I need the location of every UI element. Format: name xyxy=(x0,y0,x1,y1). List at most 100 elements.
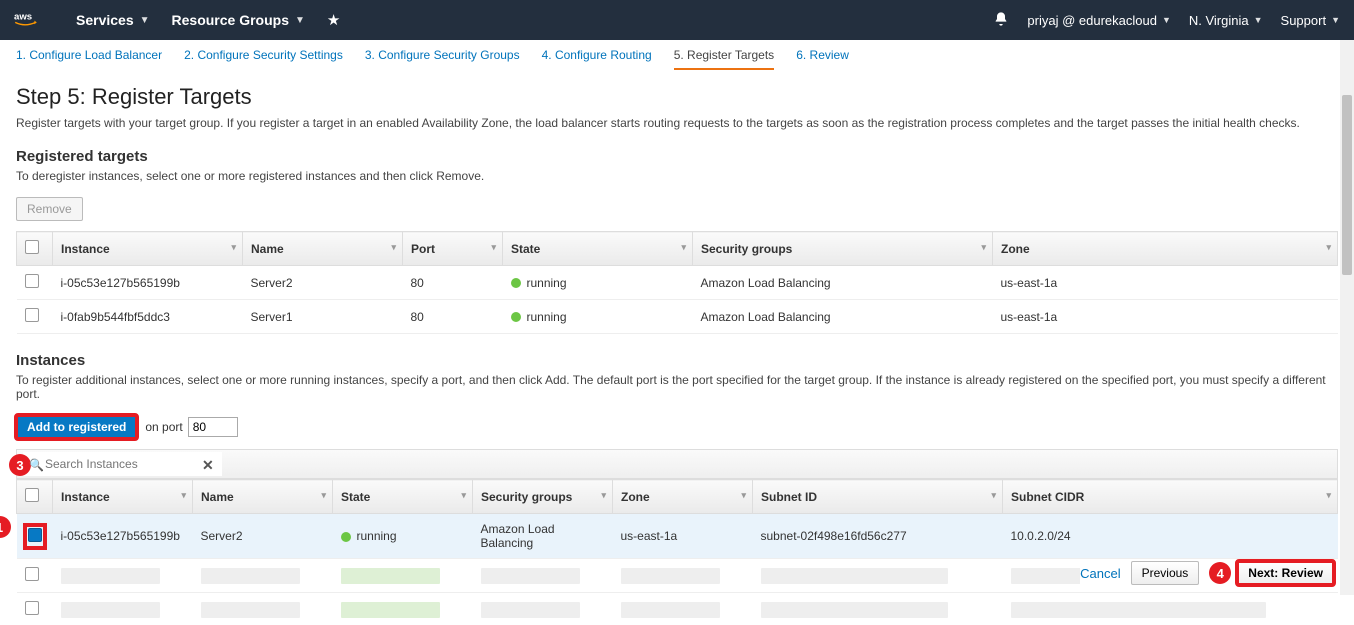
blurred-cell xyxy=(61,568,160,584)
sort-icon[interactable]: ▾ xyxy=(391,242,396,253)
sort-icon[interactable]: ▾ xyxy=(321,490,326,501)
registered-table: Instance▾ Name▾ Port▾ State▾ Security gr… xyxy=(16,231,1338,334)
cell-port: 80 xyxy=(403,300,503,334)
chevron-down-icon: ▼ xyxy=(1254,15,1263,25)
wizard-step-5[interactable]: 5. Register Targets xyxy=(674,48,775,70)
chevron-down-icon: ▼ xyxy=(295,15,305,26)
chevron-down-icon: ▼ xyxy=(140,15,150,26)
col-state: State xyxy=(511,242,540,256)
sort-icon[interactable]: ▾ xyxy=(681,242,686,253)
cell-instance: i-05c53e127b565199b xyxy=(53,266,243,300)
blurred-cell xyxy=(201,568,300,584)
cell-cidr: 10.0.2.0/24 xyxy=(1003,514,1338,559)
wizard-step-2[interactable]: 2. Configure Security Settings xyxy=(184,48,343,70)
annotation-4: 4 xyxy=(1209,562,1231,584)
cell-sg: Amazon Load Balancing xyxy=(693,300,993,334)
wizard-step-4[interactable]: 4. Configure Routing xyxy=(542,48,652,70)
page-desc: Register targets with your target group.… xyxy=(16,116,1338,130)
table-row[interactable]: i-05c53e127b565199b Server2 80 running A… xyxy=(17,266,1338,300)
wizard-step-1[interactable]: 1. Configure Load Balancer xyxy=(16,48,162,70)
nav-region-label: N. Virginia xyxy=(1189,13,1249,28)
row-checkbox[interactable] xyxy=(25,601,39,615)
col-zone: Zone xyxy=(1001,242,1030,256)
cell-name: Server2 xyxy=(243,266,403,300)
instances-title: Instances xyxy=(16,352,1338,369)
row-checkbox[interactable] xyxy=(28,528,42,542)
col-instance: Instance xyxy=(61,490,110,504)
remove-button[interactable]: Remove xyxy=(16,197,83,221)
col-cidr: Subnet CIDR xyxy=(1011,490,1084,504)
cell-sg: Amazon Load Balancing xyxy=(473,514,613,559)
cell-port: 80 xyxy=(403,266,503,300)
footer-actions: 4 Cancel Previous Next: Review xyxy=(1080,561,1334,585)
table-row[interactable]: 1 i-05c53e127b565199b Server2 running Am… xyxy=(17,514,1338,559)
row-checkbox[interactable] xyxy=(25,308,39,322)
bell-icon[interactable] xyxy=(993,11,1009,30)
cell-name: Server1 xyxy=(243,300,403,334)
blurred-cell xyxy=(201,602,300,618)
col-port: Port xyxy=(411,242,435,256)
search-input[interactable] xyxy=(23,452,222,476)
nav-account[interactable]: priyaj @ edurekacloud ▼ xyxy=(1027,13,1170,28)
pin-icon[interactable]: ★ xyxy=(327,11,340,29)
cell-zone: us-east-1a xyxy=(993,266,1338,300)
instances-desc: To register additional instances, select… xyxy=(16,373,1338,401)
search-bar: 3 🔍 ✕ xyxy=(16,449,1338,479)
cell-sg: Amazon Load Balancing xyxy=(693,266,993,300)
select-all-registered[interactable] xyxy=(25,240,39,254)
wizard-nav: 1. Configure Load Balancer 2. Configure … xyxy=(0,40,1354,70)
cancel-link[interactable]: Cancel xyxy=(1080,566,1120,581)
wizard-step-3[interactable]: 3. Configure Security Groups xyxy=(365,48,520,70)
col-state: State xyxy=(341,490,370,504)
col-sg: Security groups xyxy=(481,490,572,504)
nav-resource-groups[interactable]: Resource Groups ▼ xyxy=(172,12,305,28)
select-all-instances[interactable] xyxy=(25,488,39,502)
blurred-cell xyxy=(761,602,948,618)
col-name: Name xyxy=(251,242,284,256)
col-sg: Security groups xyxy=(701,242,792,256)
port-input[interactable] xyxy=(188,417,238,437)
sort-icon[interactable]: ▾ xyxy=(1326,490,1331,501)
registered-title: Registered targets xyxy=(16,148,1338,165)
sort-icon[interactable]: ▾ xyxy=(231,242,236,253)
sort-icon[interactable]: ▾ xyxy=(981,242,986,253)
close-icon[interactable]: ✕ xyxy=(202,457,214,474)
col-subnet: Subnet ID xyxy=(761,490,817,504)
nav-services[interactable]: Services ▼ xyxy=(76,12,150,28)
sort-icon[interactable]: ▾ xyxy=(991,490,996,501)
nav-support-label: Support xyxy=(1281,13,1327,28)
previous-button[interactable]: Previous xyxy=(1131,561,1200,585)
cell-state: running xyxy=(527,276,567,290)
cell-state: running xyxy=(357,529,397,543)
add-to-registered-button[interactable]: Add to registered xyxy=(16,415,137,439)
page-title: Step 5: Register Targets xyxy=(16,84,1338,110)
nav-region[interactable]: N. Virginia ▼ xyxy=(1189,13,1263,28)
status-dot-icon xyxy=(511,278,521,288)
registered-desc: To deregister instances, select one or m… xyxy=(16,169,1338,183)
table-row[interactable]: i-0fab9b544fbf5ddc3 Server1 80 running A… xyxy=(17,300,1338,334)
table-row[interactable] xyxy=(17,593,1338,625)
sort-icon[interactable]: ▾ xyxy=(601,490,606,501)
blurred-cell xyxy=(481,568,580,584)
wizard-step-6[interactable]: 6. Review xyxy=(796,48,849,70)
scrollbar-thumb[interactable] xyxy=(1342,95,1352,275)
nav-support[interactable]: Support ▼ xyxy=(1281,13,1340,28)
sort-icon[interactable]: ▾ xyxy=(461,490,466,501)
scrollbar[interactable] xyxy=(1340,40,1354,595)
blurred-cell xyxy=(621,602,720,618)
blurred-cell xyxy=(761,568,948,584)
sort-icon[interactable]: ▾ xyxy=(1326,242,1331,253)
cell-instance: i-0fab9b544fbf5ddc3 xyxy=(53,300,243,334)
onport-label: on port xyxy=(145,420,182,434)
nav-account-label: priyaj @ edurekacloud xyxy=(1027,13,1157,28)
nav-services-label: Services xyxy=(76,12,134,28)
next-review-button[interactable]: Next: Review xyxy=(1237,561,1334,585)
sort-icon[interactable]: ▾ xyxy=(491,242,496,253)
row-checkbox[interactable] xyxy=(25,567,39,581)
blurred-cell xyxy=(1011,602,1266,618)
cell-instance: i-05c53e127b565199b xyxy=(53,514,193,559)
sort-icon[interactable]: ▾ xyxy=(181,490,186,501)
row-checkbox[interactable] xyxy=(25,274,39,288)
aws-logo[interactable]: aws xyxy=(14,9,50,31)
sort-icon[interactable]: ▾ xyxy=(741,490,746,501)
